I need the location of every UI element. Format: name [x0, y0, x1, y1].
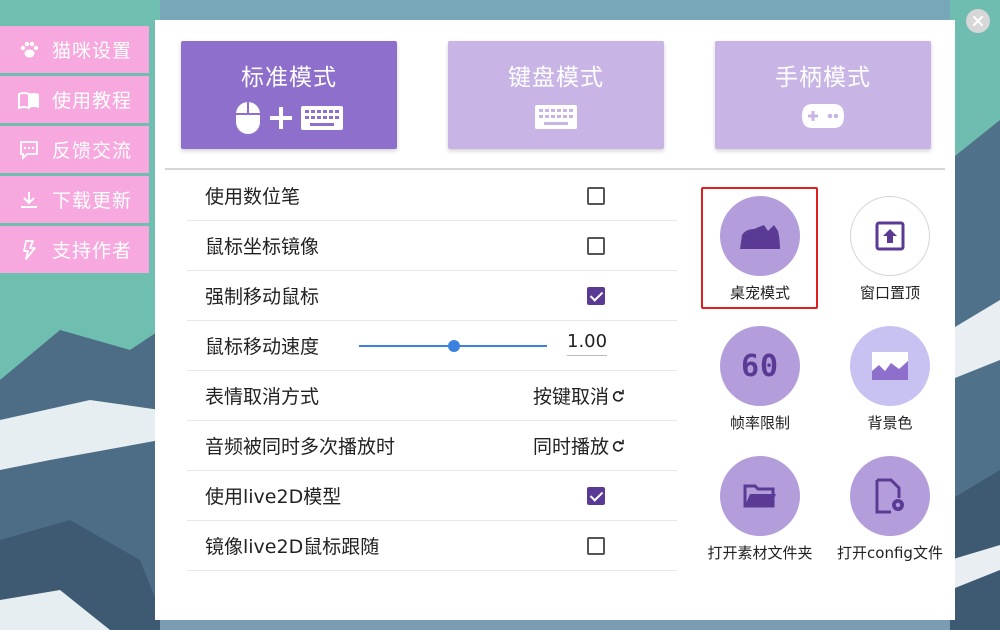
sidebar-item-label: 使用教程 — [52, 90, 133, 112]
sidebar-item-download[interactable]: 下载更新 — [0, 176, 149, 223]
close-icon — [973, 16, 983, 26]
mode-keyboard-button[interactable]: 键盘模式 — [448, 41, 664, 149]
sidebar: 猫咪设置 使用教程 反馈交流 下载更新 支持作者 — [0, 26, 149, 276]
setting-audio-repeat: 音频被同时多次播放时 同时播放 — [187, 421, 677, 471]
setting-label: 鼠标移动速度 — [205, 336, 320, 358]
lightning-icon — [18, 239, 40, 261]
divider — [165, 168, 945, 170]
mouse-icon — [236, 102, 260, 134]
feature-label: 背景色 — [867, 414, 913, 432]
setting-label: 使用数位笔 — [205, 186, 301, 208]
pin-window-circle — [850, 196, 930, 276]
open-assets-folder-button[interactable]: 打开素材文件夹 — [705, 456, 815, 563]
chat-icon — [18, 139, 40, 161]
setting-mirror-live2d: 镜像live2D鼠标跟随 — [187, 521, 677, 571]
paw-icon — [18, 39, 40, 61]
setting-mirror-mouse: 鼠标坐标镜像 — [187, 221, 677, 271]
mode-title: 手柄模式 — [775, 65, 871, 91]
keyboard-icon — [301, 106, 343, 130]
mirror-mouse-checkbox[interactable] — [587, 236, 605, 255]
close-button[interactable] — [966, 9, 990, 33]
gamepad-icon — [802, 104, 844, 128]
download-icon — [18, 189, 40, 211]
feature-label: 窗口置顶 — [859, 284, 920, 302]
digital-pen-checkbox[interactable] — [587, 186, 605, 205]
speed-slider-thumb[interactable] — [448, 340, 460, 352]
folder-icon — [743, 484, 776, 508]
feature-label: 打开config文件 — [837, 544, 943, 562]
sidebar-item-label: 猫咪设置 — [52, 40, 133, 62]
setting-use-live2d: 使用live2D模型 — [187, 471, 677, 521]
pet-mode-button[interactable]: 桌宠模式 — [705, 196, 815, 303]
emoji-cancel-toggle[interactable]: 按键取消 — [533, 382, 625, 409]
background-color-button[interactable]: 背景色 — [835, 326, 945, 433]
open-config-circle — [850, 456, 930, 536]
sidebar-item-label: 支持作者 — [52, 240, 133, 262]
feature-label: 桌宠模式 — [729, 284, 790, 302]
speed-value-input[interactable]: 1.00 — [567, 331, 607, 356]
feature-label: 帧率限制 — [729, 414, 790, 432]
setting-label: 鼠标坐标镜像 — [205, 236, 320, 258]
settings-list: 使用数位笔 鼠标坐标镜像 强制移动鼠标 鼠标移动速度 1.00 表情取消方式 按… — [187, 171, 677, 571]
background-color-circle — [850, 326, 930, 406]
cat-icon — [740, 225, 780, 249]
sidebar-item-feedback[interactable]: 反馈交流 — [0, 126, 149, 173]
mode-title: 键盘模式 — [508, 65, 604, 91]
sidebar-item-support[interactable]: 支持作者 — [0, 226, 149, 273]
pet-mode-circle — [720, 196, 800, 276]
open-config-button[interactable]: 打开config文件 — [835, 456, 945, 563]
mode-title: 标准模式 — [241, 65, 337, 91]
pin-top-icon — [875, 221, 905, 251]
setting-digital-pen: 使用数位笔 — [187, 171, 677, 221]
plus-icon — [270, 107, 292, 129]
keyboard-icon — [535, 105, 577, 129]
cycle-icon — [612, 439, 624, 452]
mirror-live2d-checkbox[interactable] — [587, 536, 605, 555]
setting-label: 强制移动鼠标 — [205, 286, 320, 308]
mode-standard-button[interactable]: 标准模式 — [181, 41, 397, 149]
force-move-checkbox[interactable] — [587, 286, 605, 305]
pin-window-button[interactable]: 窗口置顶 — [835, 196, 945, 303]
sidebar-item-tutorial[interactable]: 使用教程 — [0, 76, 149, 123]
setting-label: 表情取消方式 — [205, 386, 320, 408]
setting-label: 镜像live2D鼠标跟随 — [205, 536, 380, 558]
toggle-value: 同时播放 — [532, 436, 609, 458]
image-icon — [872, 352, 908, 380]
audio-repeat-toggle[interactable]: 同时播放 — [533, 432, 625, 459]
sidebar-item-cat-settings[interactable]: 猫咪设置 — [0, 26, 149, 73]
frame-limit-button[interactable]: 60 帧率限制 — [705, 326, 815, 433]
setting-label: 使用live2D模型 — [205, 486, 342, 508]
frame-limit-circle: 60 — [720, 326, 800, 406]
use-live2d-checkbox[interactable] — [587, 486, 605, 505]
setting-label: 音频被同时多次播放时 — [205, 436, 396, 458]
cycle-icon — [612, 389, 624, 402]
book-icon — [18, 89, 40, 111]
feature-label: 打开素材文件夹 — [707, 544, 813, 562]
setting-emoji-cancel: 表情取消方式 按键取消 — [187, 371, 677, 421]
mode-gamepad-button[interactable]: 手柄模式 — [715, 41, 931, 149]
setting-force-move: 强制移动鼠标 — [187, 271, 677, 321]
config-file-icon — [875, 478, 904, 514]
main-panel: 标准模式 键盘模式 手柄模式 使用数位笔 鼠标坐标镜像 强制移动鼠标 鼠标移动速… — [155, 20, 955, 620]
open-assets-circle — [720, 456, 800, 536]
sidebar-item-label: 下载更新 — [52, 190, 133, 212]
fps-60-icon: 60 — [740, 348, 780, 384]
sidebar-item-label: 反馈交流 — [52, 140, 133, 162]
toggle-value: 按键取消 — [532, 386, 609, 408]
setting-mouse-speed: 鼠标移动速度 1.00 — [187, 321, 677, 371]
